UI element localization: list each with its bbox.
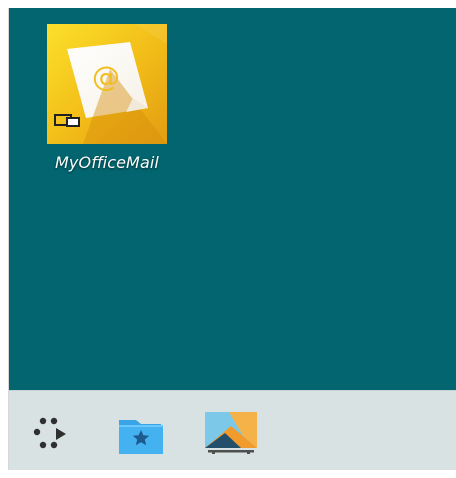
svg-text:@: @ <box>92 60 120 93</box>
desktop-icon-myofficemail[interactable]: @ MyOfficeMail <box>47 24 167 184</box>
launcher-dots-icon[interactable] <box>23 406 79 462</box>
desktop-icon-label: MyOfficeMail <box>55 153 159 172</box>
folder-star-icon[interactable] <box>113 406 169 462</box>
presentation-app-icon[interactable] <box>203 406 259 462</box>
mail-app-icon: @ <box>47 24 167 144</box>
taskbar <box>9 390 456 470</box>
screen: @ MyOfficeMail <box>0 0 456 478</box>
desktop-background: @ MyOfficeMail <box>9 8 456 390</box>
